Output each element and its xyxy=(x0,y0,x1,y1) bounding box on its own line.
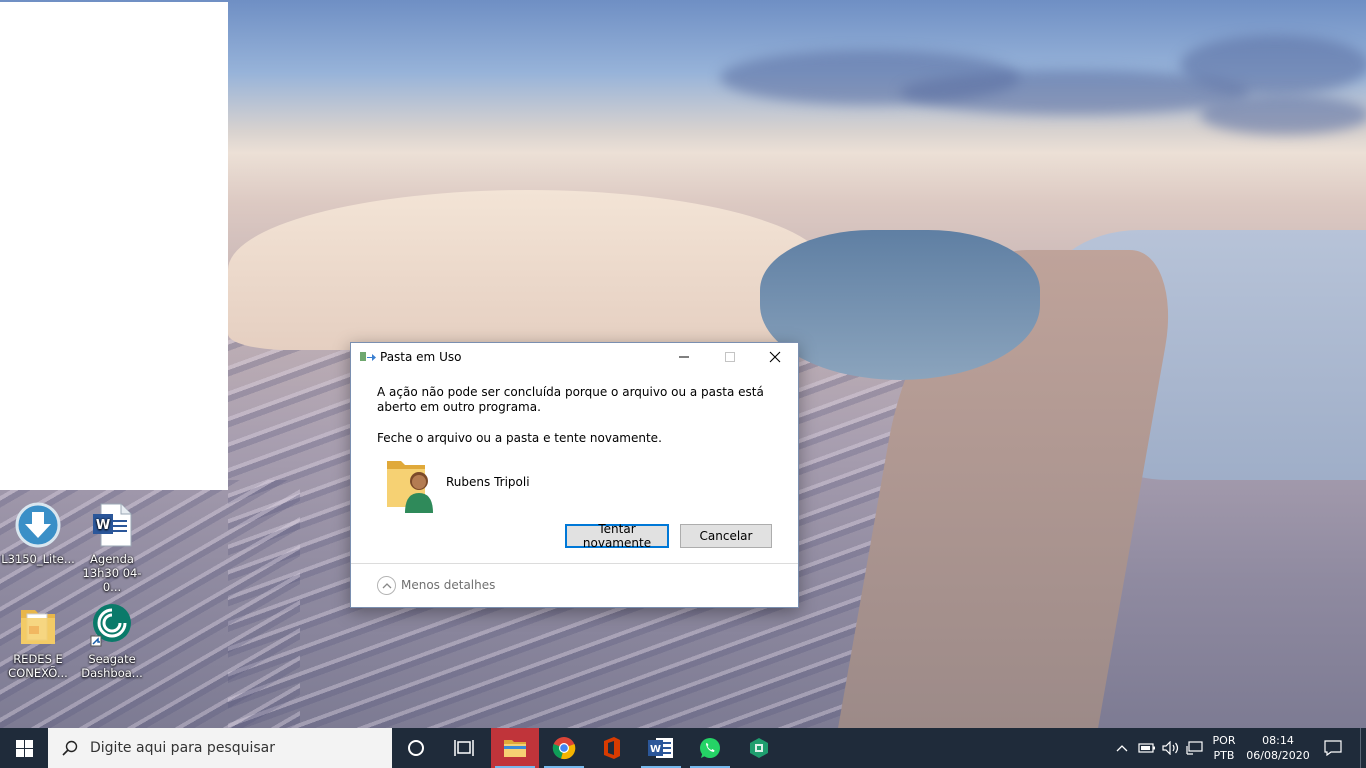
clock-date: 06/08/2020 xyxy=(1246,749,1310,762)
locked-item-name: Rubens Tripoli xyxy=(446,475,530,489)
network-wired-icon xyxy=(1186,741,1203,755)
file-move-icon xyxy=(360,352,376,361)
chevron-up-icon[interactable] xyxy=(377,576,396,595)
svg-text:W: W xyxy=(650,744,661,755)
windows-logo-icon xyxy=(15,739,33,757)
green-shield-app-icon xyxy=(750,738,768,758)
battery-icon xyxy=(1138,743,1155,753)
blank-window-area xyxy=(0,2,228,490)
search-icon xyxy=(62,740,78,756)
maximize-button xyxy=(707,343,753,371)
minimize-icon xyxy=(679,356,689,358)
close-button[interactable] xyxy=(752,343,798,371)
network-tray-button[interactable] xyxy=(1184,728,1206,768)
start-button[interactable] xyxy=(0,728,48,768)
notification-icon xyxy=(1324,740,1342,756)
taskbar-green-app[interactable] xyxy=(735,728,783,768)
taskbar-whatsapp[interactable] xyxy=(686,728,734,768)
desktop-icon-label: Dashboa... xyxy=(81,666,143,680)
less-details-link[interactable]: Menos detalhes xyxy=(401,578,495,592)
task-view-button[interactable] xyxy=(440,728,488,768)
taskbar-clock[interactable]: 08:14 06/08/2020 xyxy=(1244,733,1312,763)
cancel-button[interactable]: Cancelar xyxy=(680,524,772,548)
volume-tray-button[interactable] xyxy=(1160,728,1182,768)
language-code: POR xyxy=(1212,734,1236,747)
folder-icon xyxy=(504,740,526,757)
show-hidden-icons-button[interactable] xyxy=(1112,728,1132,768)
desktop-icon-label: L3150_Lite... xyxy=(1,552,75,566)
maximize-icon xyxy=(725,352,735,362)
office-icon xyxy=(604,737,620,759)
user-folder-icon xyxy=(387,461,433,513)
desktop-icon-agenda[interactable]: W Agenda 13h30 04-0... xyxy=(74,502,150,594)
desktop-icon-label: Agenda xyxy=(90,552,134,566)
search-placeholder: Digite aqui para pesquisar xyxy=(90,740,276,756)
clock-time: 08:14 xyxy=(1262,734,1294,747)
folder-in-use-dialog: Pasta em Uso A ação não pode ser concluí… xyxy=(350,342,799,608)
seagate-icon xyxy=(89,602,135,648)
whatsapp-icon xyxy=(700,738,720,758)
desktop-icon-l3150[interactable]: L3150_Lite... xyxy=(0,502,76,566)
chevron-up-icon xyxy=(1116,745,1128,752)
retry-button[interactable]: Tentar novamente xyxy=(565,522,669,550)
desktop-icon-label: 13h30 04-0... xyxy=(82,566,142,594)
speaker-icon xyxy=(1162,741,1179,755)
input-language-indicator[interactable]: POR PTB xyxy=(1206,733,1242,763)
taskbar-search-box[interactable]: Digite aqui para pesquisar xyxy=(48,728,392,768)
word-document-icon: W xyxy=(89,502,135,548)
desktop-icon-redes[interactable]: REDES E CONEXÕ... xyxy=(0,602,76,680)
desktop-icon-seagate[interactable]: Seagate Dashboa... xyxy=(74,602,150,680)
taskbar-file-explorer[interactable] xyxy=(491,728,539,768)
desktop-icon-label: CONEXÕ... xyxy=(8,666,68,680)
minimize-button[interactable] xyxy=(661,343,707,371)
taskbar-office[interactable] xyxy=(588,728,636,768)
chrome-icon xyxy=(552,737,576,760)
show-desktop-button[interactable] xyxy=(1360,728,1366,768)
battery-tray-button[interactable] xyxy=(1136,728,1158,768)
wallpaper-cloud xyxy=(1180,35,1366,95)
close-icon xyxy=(769,351,781,363)
svg-text:W: W xyxy=(96,518,110,533)
cortana-circle-icon xyxy=(408,740,424,756)
wallpaper-cloud xyxy=(1200,95,1366,135)
desktop-icon-label: REDES E xyxy=(13,652,63,666)
dialog-footer: Menos detalhes xyxy=(351,563,798,607)
download-arrow-icon xyxy=(15,502,61,548)
taskbar-word[interactable]: W xyxy=(637,728,685,768)
task-view-icon xyxy=(454,740,474,756)
dialog-titlebar[interactable]: Pasta em Uso xyxy=(351,343,798,371)
taskbar: Digite aqui para pesquisar W POR PTB 08:… xyxy=(0,728,1366,768)
wallpaper-lagoon xyxy=(760,230,1040,380)
wallpaper-dune xyxy=(228,190,828,350)
cortana-button[interactable] xyxy=(392,728,440,768)
keyboard-layout-code: PTB xyxy=(1213,749,1235,762)
desktop-icon-label: Seagate xyxy=(88,652,136,666)
taskbar-chrome[interactable] xyxy=(540,728,588,768)
action-center-button[interactable] xyxy=(1318,728,1348,768)
pdf-folder-icon xyxy=(15,602,61,648)
dialog-title: Pasta em Uso xyxy=(380,350,462,364)
word-icon: W xyxy=(648,738,673,758)
dialog-instruction: Feche o arquivo ou a pasta e tente novam… xyxy=(377,431,662,445)
dialog-message: A ação não pode ser concluída porque o a… xyxy=(377,385,764,414)
